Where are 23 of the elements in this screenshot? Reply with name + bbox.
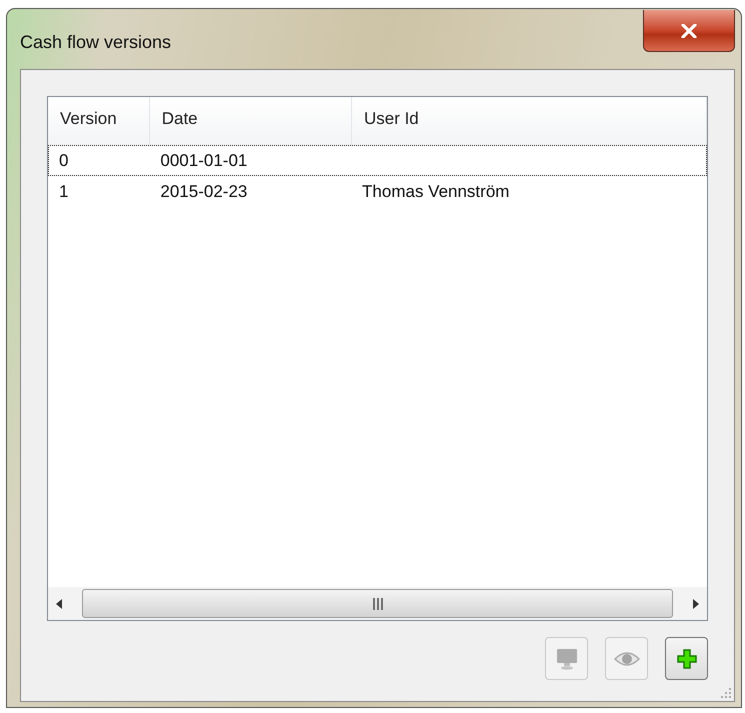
table-cell-text: 1 bbox=[58, 182, 70, 202]
plus-icon bbox=[676, 648, 696, 668]
monitor-icon bbox=[556, 648, 578, 670]
resize-grip-icon[interactable] bbox=[719, 686, 731, 698]
eye-icon bbox=[614, 650, 640, 666]
table-row[interactable]: 1 2015-02-23 Thomas Vennström bbox=[48, 176, 707, 207]
scroll-right-icon[interactable] bbox=[693, 598, 699, 608]
table-cell-text: 0001-01-01 bbox=[159, 150, 248, 170]
table-cell-text: 2015-02-23 bbox=[159, 182, 248, 202]
column-header[interactable]: Date bbox=[150, 97, 352, 145]
table-cell-text: 0 bbox=[58, 150, 70, 170]
window-title: Cash flow versions bbox=[20, 32, 172, 53]
add-button[interactable] bbox=[665, 637, 708, 680]
column-header[interactable]: Version bbox=[48, 97, 150, 145]
scrollbar-thumb[interactable] bbox=[82, 589, 673, 618]
grip-icon bbox=[372, 598, 382, 610]
table-row[interactable]: 0 0001-01-01 bbox=[48, 145, 707, 176]
close-button[interactable] bbox=[643, 10, 735, 52]
column-header[interactable]: User Id bbox=[352, 97, 707, 145]
horizontal-scrollbar[interactable] bbox=[48, 587, 707, 620]
scroll-left-icon[interactable] bbox=[56, 598, 62, 608]
table-cell-text: Thomas Vennström bbox=[361, 182, 510, 202]
close-icon bbox=[681, 24, 697, 38]
